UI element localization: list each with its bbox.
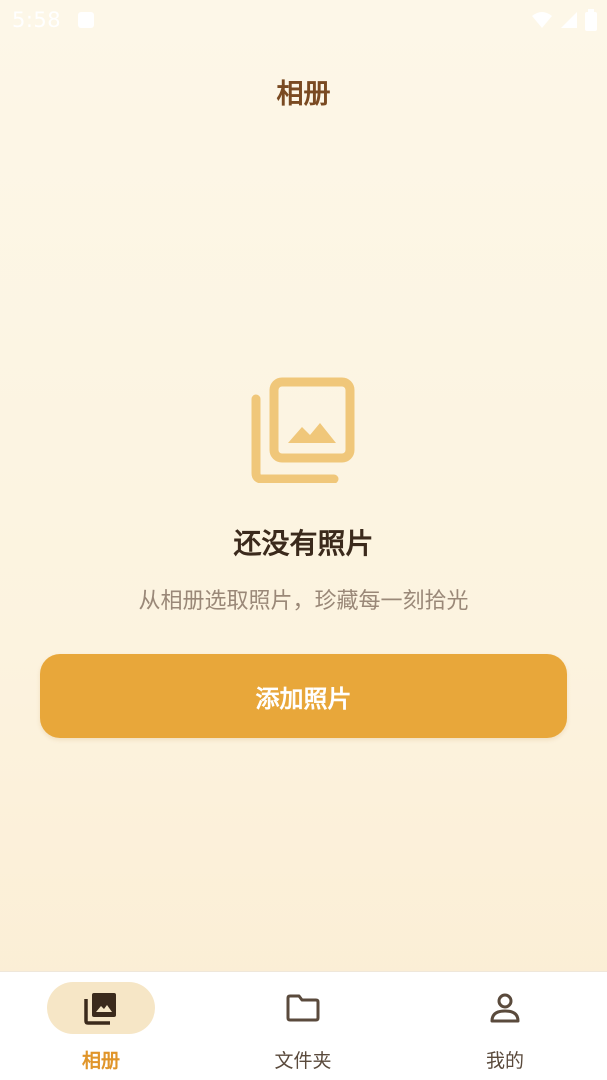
nav-item-folder[interactable]: 文件夹 <box>202 972 404 1080</box>
nav-icon-wrap <box>451 982 559 1034</box>
page-title: 相册 <box>276 79 331 110</box>
nav-label-folder: 文件夹 <box>274 1050 332 1072</box>
status-time: 5:58 <box>12 8 62 32</box>
empty-state-title: 还没有照片 <box>233 527 374 560</box>
add-photo-button[interactable]: 添加照片 <box>40 654 567 738</box>
folder-icon <box>286 994 320 1022</box>
nav-label-album: 相册 <box>81 1050 120 1072</box>
wifi-icon <box>532 12 552 28</box>
nav-icon-wrap <box>47 982 155 1034</box>
nav-icon-wrap <box>249 982 357 1034</box>
empty-state-subtitle: 从相册选取照片，珍藏每一刻拾光 <box>138 589 469 614</box>
bottom-nav: 相册 文件夹 我的 <box>0 971 607 1080</box>
photo-library-icon <box>251 377 355 483</box>
nav-item-album[interactable]: 相册 <box>0 972 202 1080</box>
photo-library-icon <box>84 993 116 1025</box>
status-icons <box>531 9 597 31</box>
notification-icon <box>78 12 94 28</box>
status-bar: 5:58 <box>0 0 607 42</box>
signal-icon <box>561 12 577 28</box>
person-icon <box>490 993 520 1023</box>
nav-item-profile[interactable]: 我的 <box>404 972 606 1080</box>
nav-label-profile: 我的 <box>485 1050 524 1072</box>
battery-icon <box>585 9 597 31</box>
